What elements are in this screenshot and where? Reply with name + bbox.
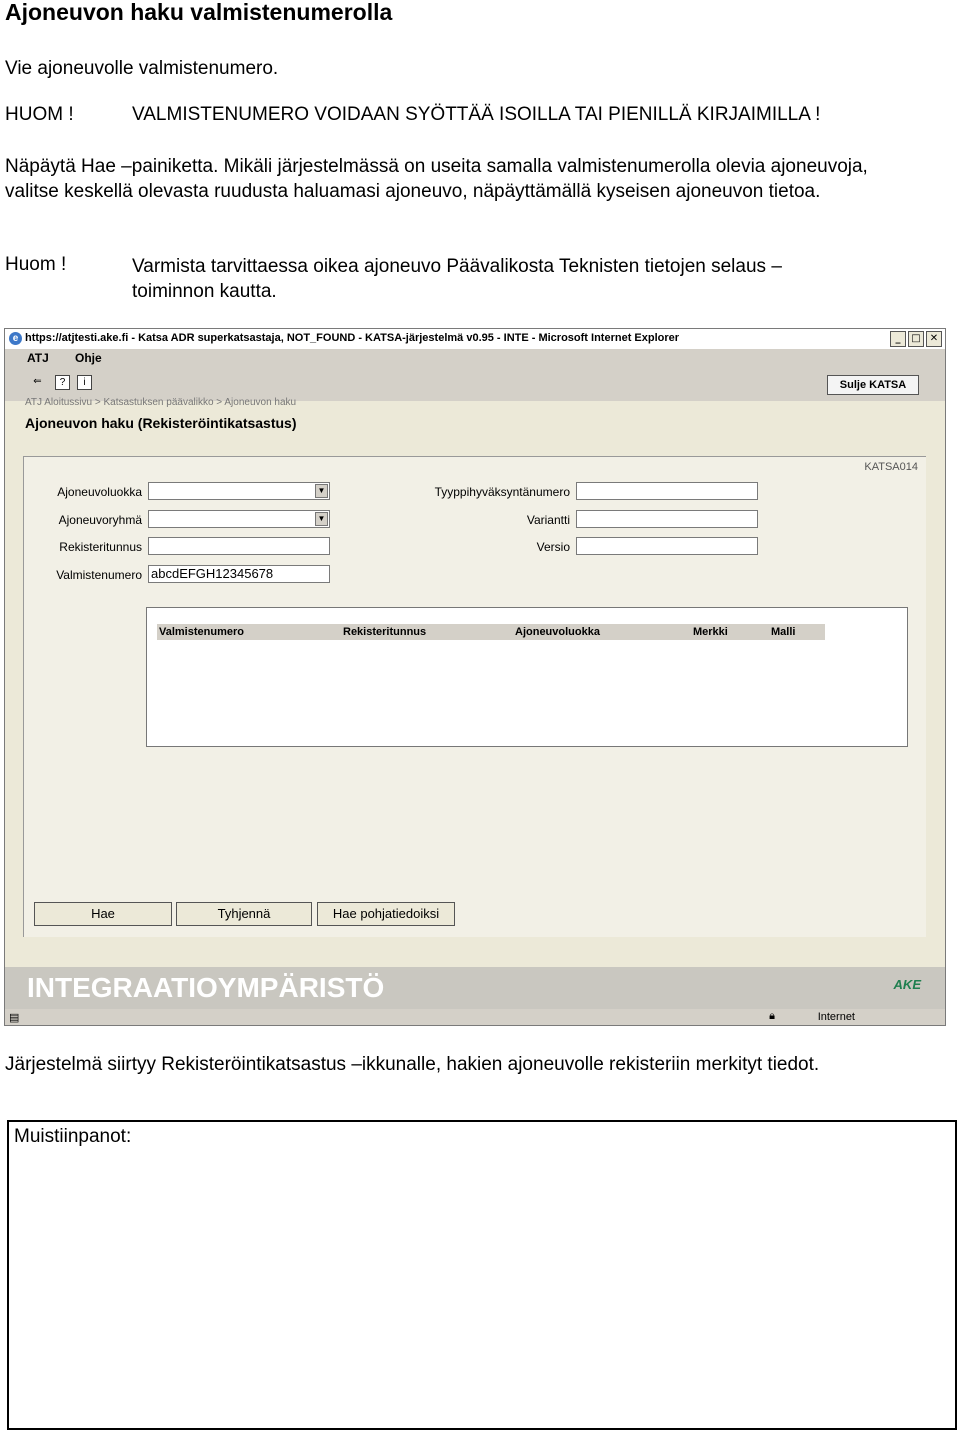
chevron-down-icon[interactable]: ▼ [315, 484, 328, 498]
results-header: Valmistenumero Rekisteritunnus Ajoneuvol… [157, 624, 825, 640]
tyyppihyvaksynta-input[interactable] [576, 482, 758, 500]
huom-text: VALMISTENUMERO VOIDAAN SYÖTTÄÄ ISOILLA T… [132, 104, 821, 125]
ajoneuvoryhma-select[interactable]: ▼ [148, 510, 330, 528]
column-header[interactable]: Malli [769, 624, 825, 640]
status-bar: ▤ 🔒︎ Internet [5, 1009, 945, 1025]
hae-pohjatiedoiksi-button[interactable]: Hae pohjatiedoiksi [317, 902, 455, 926]
column-header[interactable]: Valmistenumero [157, 624, 341, 640]
menu-item-atj[interactable]: ATJ [27, 351, 49, 365]
menu-item-ohje[interactable]: Ohje [75, 351, 102, 365]
ake-logo: AKE [893, 977, 921, 992]
valmistenumero-label: Valmistenumero [56, 568, 142, 582]
toolbar: ⇐ ? i Sulje KATSA [5, 367, 945, 401]
rekisteritunnus-input[interactable] [148, 537, 330, 555]
huom2-text: Varmista tarvittaessa oikea ajoneuvo Pää… [132, 256, 782, 302]
info-icon[interactable]: i [77, 375, 92, 390]
maximize-icon[interactable]: □ [908, 331, 924, 347]
close-icon[interactable]: ✕ [926, 331, 942, 347]
environment-banner: INTEGRAATIOYMPÄRISTÖ AKE [5, 967, 945, 1009]
ajoneuvoluokka-select[interactable]: ▼ [148, 482, 330, 500]
page-icon: ▤ [9, 1012, 20, 1024]
column-header[interactable]: Ajoneuvoluokka [513, 624, 691, 640]
environment-label: INTEGRAATIOYMPÄRISTÖ [27, 972, 385, 1003]
valmistenumero-input[interactable]: abcdEFGH12345678 [148, 565, 330, 583]
ajoneuvoluokka-label: Ajoneuvoluokka [57, 485, 142, 499]
versio-label: Versio [536, 540, 570, 554]
status-zone: Internet [817, 1011, 855, 1023]
form-code: KATSA014 [864, 461, 918, 473]
doc-heading: Ajoneuvon haku valmistenumerolla [5, 0, 393, 25]
tyhjenna-button[interactable]: Tyhjennä [176, 902, 312, 926]
window-title: https://atjtesti.ake.fi - Katsa ADR supe… [25, 332, 680, 344]
doc-instruction: Näpäytä Hae –painiketta. Mikäli järjeste… [5, 156, 868, 202]
window-titlebar: e https://atjtesti.ake.fi - Katsa ADR su… [5, 329, 945, 349]
help-icon[interactable]: ? [55, 375, 70, 390]
lock-icon: 🔒︎ [769, 1010, 775, 1022]
results-table[interactable]: Valmistenumero Rekisteritunnus Ajoneuvol… [146, 607, 908, 747]
internet-explorer-icon: e [9, 332, 22, 345]
column-header[interactable]: Merkki [691, 624, 769, 640]
breadcrumb: ATJ Aloitussivu > Katsastuksen päävalikk… [25, 397, 297, 408]
variantti-input[interactable] [576, 510, 758, 528]
close-katsa-button[interactable]: Sulje KATSA [827, 375, 919, 395]
hae-button[interactable]: Hae [34, 902, 172, 926]
column-header[interactable]: Rekisteritunnus [341, 624, 513, 640]
notes-label: Muistiinpanot: [14, 1126, 132, 1147]
versio-input[interactable] [576, 537, 758, 555]
search-form-panel: KATSA014 Ajoneuvoluokka ▼ Ajoneuvoryhmä … [23, 456, 926, 937]
notes-box[interactable]: Muistiinpanot: [7, 1120, 957, 1430]
rekisteritunnus-label: Rekisteritunnus [59, 540, 142, 554]
ajoneuvoryhma-label: Ajoneuvoryhmä [58, 513, 142, 527]
browser-window-screenshot: e https://atjtesti.ake.fi - Katsa ADR su… [4, 328, 946, 1026]
page-title: Ajoneuvon haku (Rekisteröintikatsastus) [25, 415, 297, 431]
back-icon[interactable]: ⇐ [31, 375, 44, 388]
variantti-label: Variantti [526, 513, 570, 527]
chevron-down-icon[interactable]: ▼ [315, 512, 328, 526]
tyyppihyvaksynta-label: Tyyppihyväksyntänumero [434, 485, 570, 499]
huom2-label: Huom ! [5, 254, 67, 275]
menu-bar: ATJ Ohje [5, 349, 945, 367]
minimize-icon[interactable]: _ [890, 331, 906, 347]
doc-after-text: Järjestelmä siirtyy Rekisteröintikatsast… [5, 1054, 820, 1075]
doc-intro: Vie ajoneuvolle valmistenumero. [5, 58, 279, 79]
huom-label: HUOM ! [5, 104, 74, 125]
